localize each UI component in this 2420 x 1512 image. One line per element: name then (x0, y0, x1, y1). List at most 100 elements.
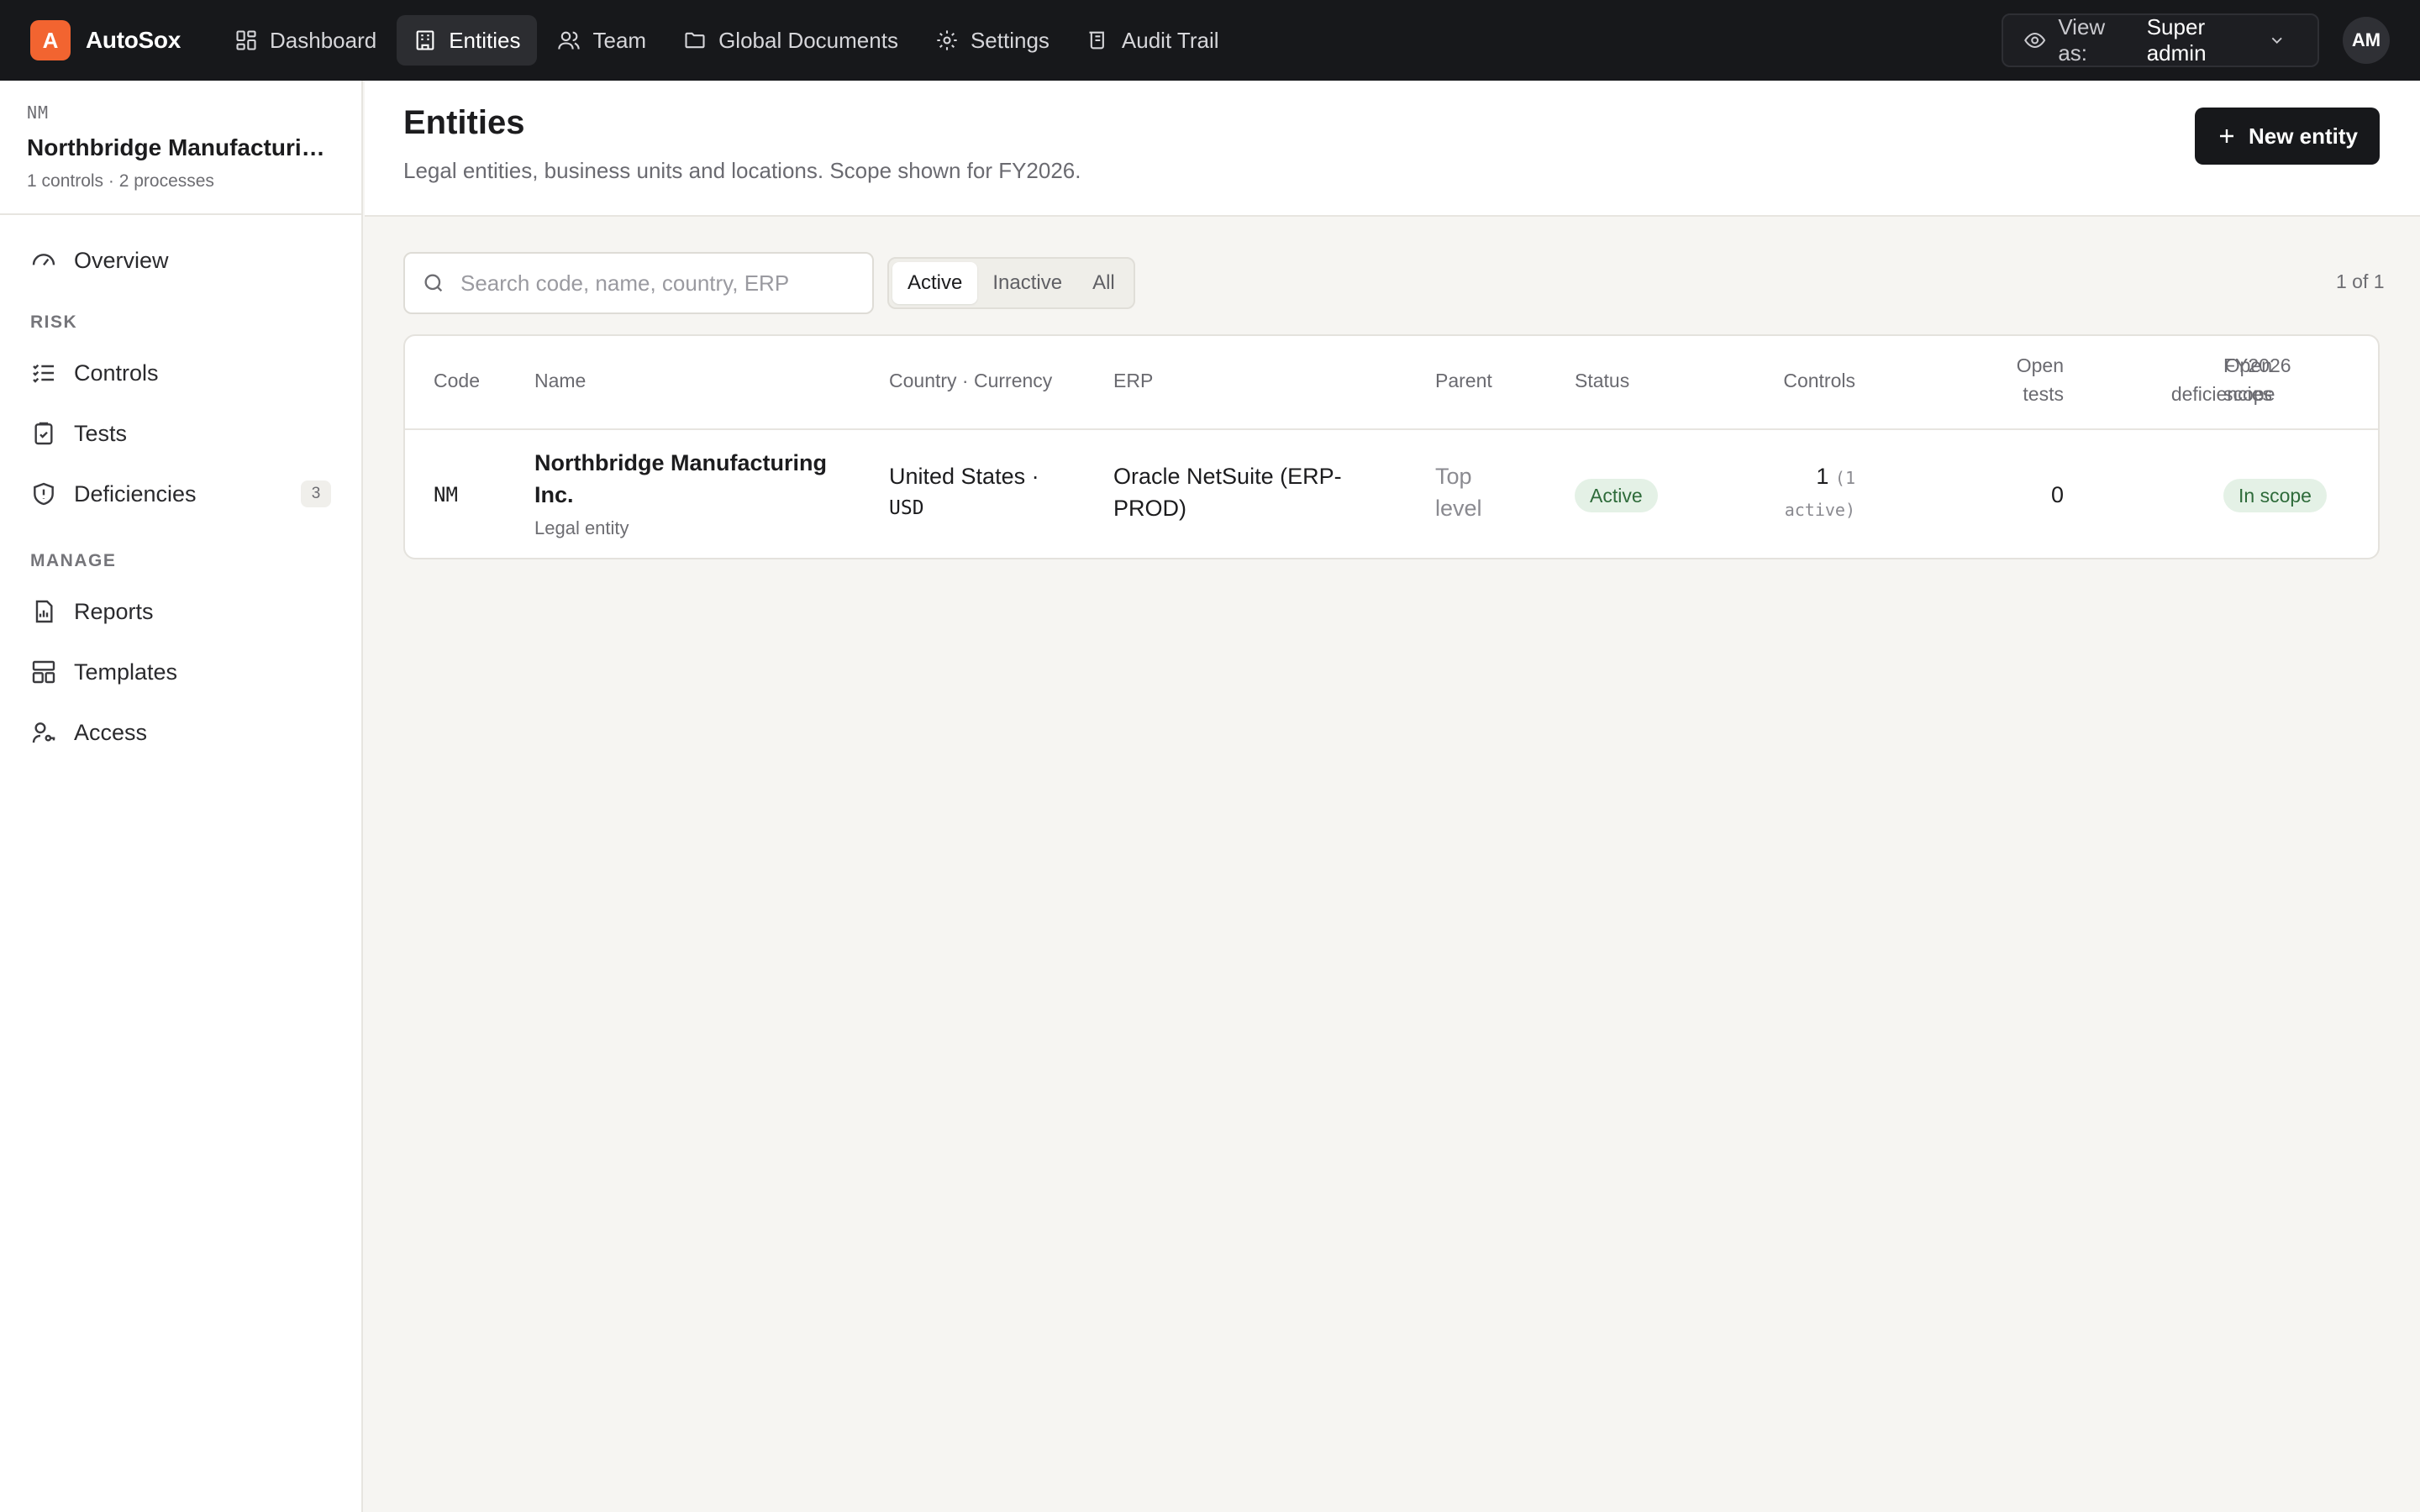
sidebar-item-label: Tests (74, 420, 128, 446)
new-entity-label: New entity (2248, 123, 2359, 149)
col-controls[interactable]: Controls (1738, 366, 1855, 395)
sidebar-item-templates[interactable]: Templates (30, 642, 331, 702)
gear-icon (937, 30, 957, 50)
sidebar-item-label: Templates (74, 659, 178, 685)
app-name: AutoSox (86, 27, 182, 53)
cell-erp: Oracle NetSuite (ERP- PROD) (1113, 460, 1342, 524)
filter-all[interactable]: All (1077, 262, 1130, 304)
cell-open-tests: 0 (2050, 482, 2064, 507)
col-status[interactable]: Status (1575, 366, 1629, 395)
sidebar-item-tests[interactable]: Tests (30, 403, 331, 464)
folder-icon (685, 32, 705, 49)
col-scope-line1: FY2026 (2223, 354, 2291, 376)
nav-entities[interactable]: Entities (397, 15, 538, 66)
cell-name-line2: Inc. (534, 482, 574, 507)
cell-name[interactable]: Northbridge Manufacturing Inc. (534, 447, 827, 511)
top-navbar: A AutoSox Dashboard Entities Team Global… (0, 0, 2420, 81)
sidebar-item-label: Access (74, 719, 148, 745)
view-as-value: Super admin (2146, 14, 2207, 66)
page-title: Entities (403, 104, 525, 141)
sidebar-item-access[interactable]: Access (30, 702, 331, 763)
col-parent[interactable]: Parent (1435, 366, 1492, 395)
cell-controls-active-1: (1 (1834, 468, 1855, 488)
sidebar-section-risk: RISK (30, 312, 78, 332)
cell-parent-line1: Top (1435, 464, 1472, 489)
report-icon (35, 600, 53, 623)
search-input[interactable] (460, 270, 847, 297)
scroll-icon (1089, 31, 1104, 50)
org-switcher[interactable]: NM Northbridge Manufacturing Inc. 1 cont… (0, 81, 361, 215)
sidebar-item-label: Overview (74, 247, 169, 273)
checklist-icon (33, 364, 54, 383)
pagination-count: 1 of 1 (2336, 270, 2385, 292)
filter-active[interactable]: Active (892, 262, 978, 304)
sidebar-item-label: Deficiencies (74, 480, 197, 507)
gauge-icon (32, 254, 55, 266)
cell-code: NM (434, 483, 458, 507)
col-open-tests[interactable]: Open tests (1929, 351, 2064, 408)
user-avatar[interactable]: AM (2343, 17, 2390, 64)
nav-audit-trail[interactable]: Audit Trail (1070, 15, 1236, 66)
nav-dashboard-label: Dashboard (270, 27, 377, 53)
cell-controls-active-2: active) (1784, 500, 1855, 520)
sidebar: NM Northbridge Manufacturing Inc. 1 cont… (0, 81, 363, 1512)
cell-country: United States · (889, 464, 1039, 489)
page-subtitle: Legal entities, business units and locat… (403, 158, 1081, 183)
nav-team-label: Team (592, 27, 647, 53)
cell-erp-line2: PROD) (1113, 496, 1186, 521)
user-key-icon (32, 722, 55, 743)
cell-currency: USD (889, 497, 924, 519)
table-row[interactable]: NM Northbridge Manufacturing Inc. Legal … (405, 432, 2378, 558)
org-code: NM (27, 102, 50, 123)
cell-parent-line2: level (1435, 496, 1482, 521)
entities-table: Code Name Country · Currency ERP Parent … (403, 334, 2380, 559)
deficiencies-count-badge: 3 (301, 480, 331, 507)
col-name[interactable]: Name (534, 366, 586, 395)
dashboard-icon (236, 30, 256, 50)
col-country-currency[interactable]: Country · Currency (889, 366, 1052, 395)
sidebar-section-manage: MANAGE (30, 551, 117, 570)
page-header: Entities Legal entities, business units … (365, 81, 2420, 217)
sidebar-item-label: Reports (74, 598, 154, 624)
org-meta: 1 controls · 2 processes (27, 171, 214, 191)
nav-team[interactable]: Team (540, 15, 663, 66)
nav-settings-label: Settings (970, 27, 1050, 53)
filter-inactive[interactable]: Inactive (977, 262, 1077, 304)
eye-icon (2024, 33, 2046, 48)
users-icon (558, 31, 581, 50)
table-header: Code Name Country · Currency ERP Parent … (405, 336, 2378, 430)
cell-controls: 1 (1 active) (1738, 460, 1855, 526)
nav-audit-trail-label: Audit Trail (1121, 27, 1219, 53)
nav-global-documents-label: Global Documents (718, 27, 898, 53)
scope-badge: In scope (2223, 479, 2327, 512)
nav-global-documents[interactable]: Global Documents (666, 15, 915, 66)
cell-country-currency: United States · USD (889, 460, 1039, 524)
col-scope[interactable]: FY2026 scope (2223, 351, 2291, 408)
app-logo: A (30, 20, 71, 60)
clipboard-check-icon (34, 422, 53, 445)
view-as-dropdown[interactable]: View as: Super admin (2002, 13, 2319, 67)
nav-settings[interactable]: Settings (918, 15, 1066, 66)
plus-icon (2219, 129, 2233, 143)
search-icon (424, 274, 443, 292)
col-code[interactable]: Code (434, 366, 480, 395)
col-erp[interactable]: ERP (1113, 366, 1153, 395)
status-filter: Active Inactive All (887, 257, 1135, 309)
sidebar-item-overview[interactable]: Overview (30, 230, 331, 291)
sidebar-item-reports[interactable]: Reports (30, 581, 331, 642)
view-as-label: View as: (2058, 14, 2106, 66)
cell-erp-line1: Oracle NetSuite (ERP- (1113, 464, 1342, 489)
nav-entities-label: Entities (449, 27, 521, 53)
col-open-tests-line1: Open (2016, 354, 2064, 376)
layout-icon (32, 660, 55, 684)
cell-parent: Top level (1435, 460, 1482, 524)
cell-controls-count: 1 (1816, 464, 1829, 489)
cell-entity-type: Legal entity (534, 517, 629, 538)
chevron-down-icon (2271, 37, 2282, 44)
search-box (403, 252, 874, 314)
brand[interactable]: A AutoSox (30, 20, 181, 60)
new-entity-button[interactable]: New entity (2195, 108, 2380, 165)
nav-dashboard[interactable]: Dashboard (218, 15, 393, 66)
sidebar-item-controls[interactable]: Controls (30, 343, 331, 403)
sidebar-item-deficiencies[interactable]: Deficiencies 3 (30, 464, 331, 524)
